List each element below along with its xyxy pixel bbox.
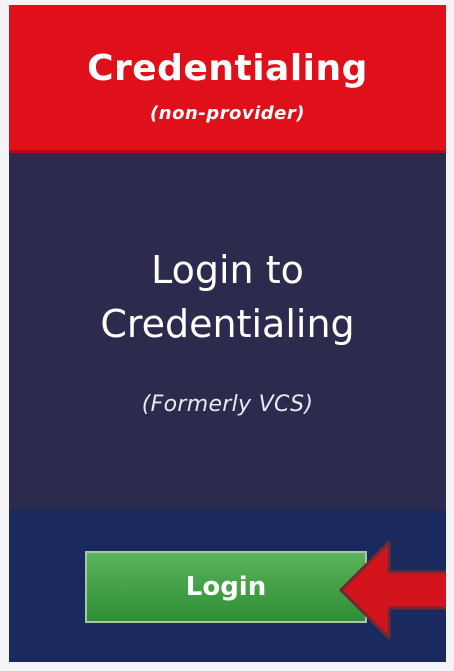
header-subtitle: (non-provider) — [150, 103, 305, 124]
arrow-shape — [339, 540, 446, 640]
card-body: Login to Credentialing (Formerly VCS) — [9, 153, 446, 510]
header-title: Credentialing — [87, 48, 368, 89]
card-footer: Login — [9, 510, 446, 662]
login-button[interactable]: Login — [85, 551, 367, 623]
login-heading: Login to Credentialing — [9, 243, 446, 351]
credentialing-card: Credentialing (non-provider) Login to Cr… — [0, 0, 446, 662]
card-header: Credentialing (non-provider) — [9, 5, 446, 153]
login-heading-line1: Login to — [151, 248, 304, 292]
login-heading-line2: Credentialing — [100, 302, 355, 346]
formerly-note: (Formerly VCS) — [141, 392, 314, 417]
left-arrow-icon — [339, 540, 446, 640]
